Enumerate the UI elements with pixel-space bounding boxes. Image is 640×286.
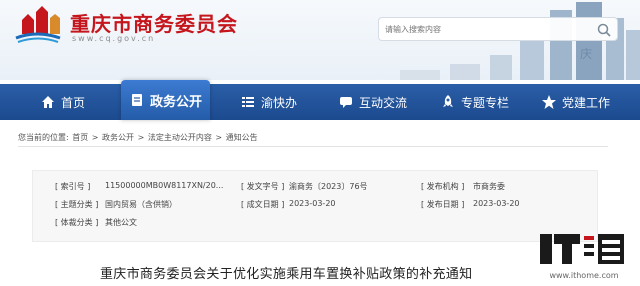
nav-item-home[interactable]: 首页 [40, 84, 85, 120]
nav-item-label: 首页 [61, 95, 86, 110]
index-number-label: [ 索引号 ] [55, 182, 91, 191]
subject-category-label: [ 主题分类 ] [55, 200, 99, 209]
publish-date-label: [ 发布日期 ] [421, 200, 465, 209]
nav-item-label: 渝快办 [261, 95, 298, 110]
nav-item-interaction[interactable]: 互动交流 [338, 84, 407, 120]
site-logo [15, 6, 61, 43]
genre-category-value: 其他公文 [105, 218, 137, 227]
index-number-value: 11500000MB0W8117XN/20... [105, 181, 224, 190]
breadcrumb-separator: > [91, 133, 99, 142]
site-title: 重庆市商务委员会 [70, 12, 238, 36]
issuing-agency-label: [ 发布机构 ] [421, 182, 465, 191]
written-date-label: [ 成文日期 ] [241, 200, 285, 209]
watermark-url: www.ithome.com [549, 271, 618, 280]
breadcrumb-separator: > [215, 133, 223, 142]
document-number-label: [ 发文字号 ] [241, 182, 285, 191]
search-input[interactable] [385, 21, 585, 37]
rocket-icon [443, 95, 453, 107]
nav-item-label: 政务公开 [150, 94, 203, 110]
breadcrumb: 您当前的位置: 首页 > 政务公开 > 法定主动公开内容 > 通知公告 [18, 132, 259, 143]
document-metadata-table: [ 索引号 ] 11500000MB0W8117XN/20... [ 发文字号 … [32, 170, 598, 242]
subject-category-value: 国内贸易（含供销） [105, 200, 177, 209]
nav-item-special-topics[interactable]: 专题专栏 [440, 84, 509, 120]
search-icon[interactable] [596, 22, 612, 38]
nav-item-yukuaiban[interactable]: 渝快办 [240, 84, 297, 120]
ithome-watermark-logo: www.ithome.com [540, 234, 624, 280]
document-title: 重庆市商务委员会关于优化实施乘用车置换补贴政策的补充通知 [100, 267, 473, 282]
breadcrumb-link-open-government[interactable]: 政务公开 [102, 133, 134, 142]
site-header: 重 庆 重庆市商务委员会 sww.cq.gov.cn [0, 0, 640, 80]
home-icon [42, 96, 54, 108]
breadcrumb-link-home[interactable]: 首页 [72, 133, 88, 142]
site-url: sww.cq.gov.cn [72, 34, 156, 43]
nav-item-label: 专题专栏 [461, 95, 510, 110]
document-icon [132, 94, 142, 106]
svg-text:庆: 庆 [580, 47, 592, 61]
star-icon [542, 95, 556, 109]
breadcrumb-prefix: 您当前的位置: [18, 133, 69, 142]
nav-item-open-government[interactable]: 政务公开 [121, 80, 211, 120]
search-box [378, 17, 618, 41]
written-date-value: 2023-03-20 [289, 199, 336, 208]
nav-item-party-building[interactable]: 党建工作 [541, 84, 610, 120]
breadcrumb-link-statutory-content[interactable]: 法定主动公开内容 [148, 133, 212, 142]
genre-category-label: [ 体裁分类 ] [55, 218, 99, 227]
publish-date-value: 2023-03-20 [473, 199, 520, 208]
nav-item-label: 党建工作 [562, 95, 611, 110]
breadcrumb-link-notices[interactable]: 通知公告 [226, 133, 258, 142]
main-nav: 首页 政务公开 渝快办 互动交流 专题专栏 党建工作 [0, 80, 640, 120]
breadcrumb-separator: > [137, 133, 145, 142]
service-list-icon [242, 97, 254, 107]
nav-item-label: 互动交流 [359, 95, 408, 110]
document-number-value: 渝商务〔2023〕76号 [289, 182, 368, 191]
issuing-agency-value: 市商务委 [473, 182, 505, 191]
divider [18, 146, 608, 147]
chat-icon [340, 97, 352, 108]
